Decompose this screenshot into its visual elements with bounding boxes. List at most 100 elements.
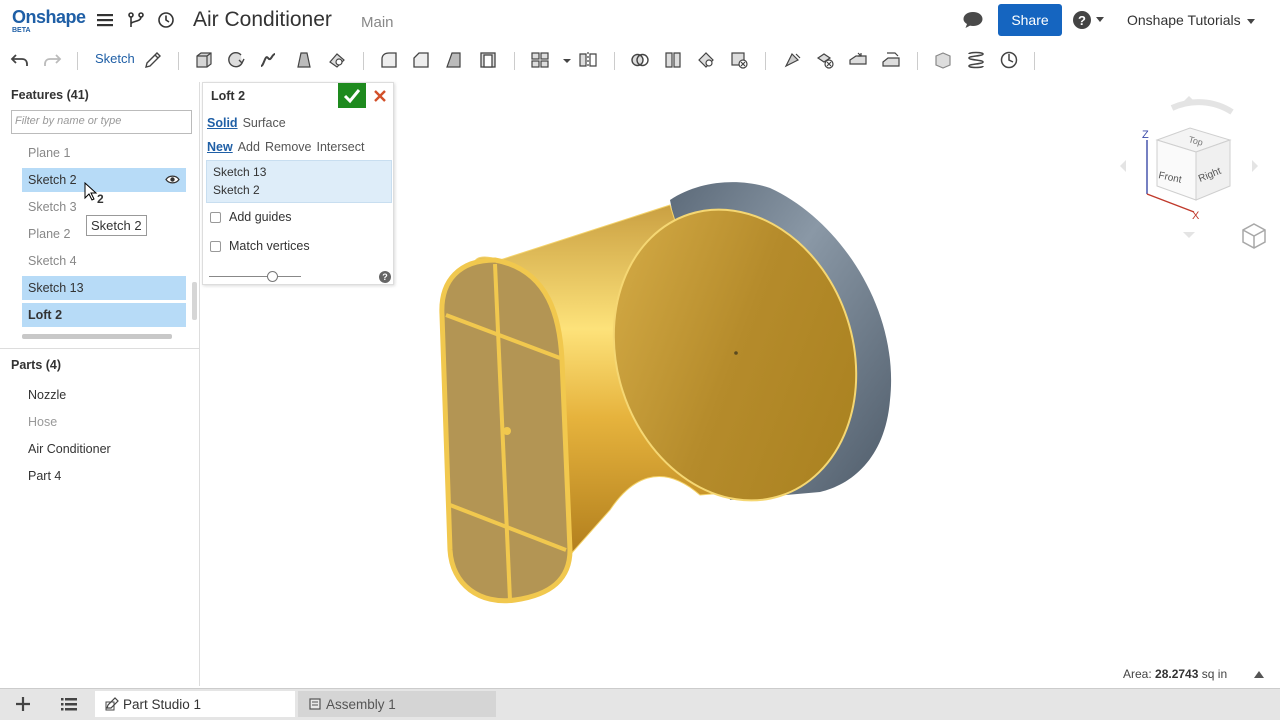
mouse-cursor-icon bbox=[84, 182, 98, 201]
profiles-list[interactable]: Sketch 13 Sketch 2 bbox=[206, 160, 392, 203]
svg-text:?: ? bbox=[1078, 13, 1086, 28]
feature-item-plane-1[interactable]: Plane 1 bbox=[22, 141, 186, 165]
area-value: 28.2743 bbox=[1155, 667, 1199, 681]
fillet-icon[interactable] bbox=[379, 50, 399, 70]
help-menu[interactable]: ? bbox=[1072, 10, 1104, 30]
preview-slider-track[interactable] bbox=[209, 276, 301, 277]
part-item-hose[interactable]: Hose bbox=[28, 415, 57, 429]
axis-label-x: X bbox=[1192, 210, 1200, 222]
parts-title: Parts (4) bbox=[11, 358, 62, 372]
shell-icon[interactable] bbox=[478, 50, 498, 70]
part-item-air-conditioner[interactable]: Air Conditioner bbox=[28, 442, 111, 456]
draft-icon[interactable] bbox=[444, 50, 464, 70]
sketch-button[interactable]: Sketch bbox=[95, 51, 135, 66]
pattern-dropdown-chevron-icon[interactable] bbox=[557, 50, 571, 70]
mirror-icon[interactable] bbox=[578, 50, 598, 70]
history-icon[interactable] bbox=[157, 11, 177, 31]
loft-icon[interactable] bbox=[294, 50, 314, 70]
view-options-cube-icon[interactable] bbox=[1240, 222, 1268, 250]
area-readout: Area: 28.2743 sq in bbox=[1123, 667, 1227, 681]
plane-icon[interactable] bbox=[933, 50, 953, 70]
mate-connector-icon[interactable] bbox=[999, 50, 1019, 70]
rotate-right-icon[interactable] bbox=[1252, 160, 1258, 172]
toolbar-divider bbox=[77, 52, 78, 70]
split-icon[interactable] bbox=[663, 50, 683, 70]
boolean-icon[interactable] bbox=[630, 50, 650, 70]
area-unit: sq in bbox=[1201, 667, 1228, 681]
feature-toolbar: Sketch bbox=[0, 42, 1280, 78]
eye-icon[interactable] bbox=[165, 174, 180, 185]
comments-icon[interactable] bbox=[962, 10, 983, 30]
axis-label-z: Z bbox=[1142, 129, 1149, 141]
document-title[interactable]: Air Conditioner bbox=[193, 8, 332, 32]
tab-list-icon[interactable] bbox=[60, 695, 78, 718]
menu-icon[interactable] bbox=[96, 11, 116, 31]
rotate-up-icon[interactable] bbox=[1183, 96, 1195, 102]
part-item-nozzle[interactable]: Nozzle bbox=[28, 388, 66, 402]
orbit-ring[interactable] bbox=[1170, 99, 1234, 115]
add-guides-checkbox[interactable]: Add guides bbox=[210, 210, 292, 224]
sketch-pencil-icon[interactable] bbox=[143, 50, 163, 70]
cancel-button[interactable] bbox=[371, 87, 389, 105]
option-add[interactable]: Add bbox=[238, 140, 260, 154]
revolve-icon[interactable] bbox=[226, 50, 246, 70]
part-item-part-4[interactable]: Part 4 bbox=[28, 469, 61, 483]
option-intersect[interactable]: Intersect bbox=[317, 140, 365, 154]
thicken-icon[interactable] bbox=[327, 50, 347, 70]
feature-item-sketch-4[interactable]: Sketch 4 bbox=[22, 249, 186, 273]
workspace-label[interactable]: Main bbox=[361, 14, 394, 31]
onshape-logo[interactable]: Onshape BETA bbox=[12, 8, 86, 35]
feature-item-loft-2[interactable]: Loft 2 bbox=[22, 303, 186, 327]
delete-part-icon[interactable] bbox=[729, 50, 749, 70]
replace-face-icon[interactable] bbox=[881, 50, 901, 70]
feature-item-sketch-13[interactable]: Sketch 13 bbox=[22, 276, 186, 300]
helix-icon[interactable] bbox=[966, 50, 986, 70]
tab-part-studio-1[interactable]: Part Studio 1 bbox=[95, 691, 295, 717]
pattern-icon[interactable] bbox=[530, 50, 550, 70]
tab-assembly-1[interactable]: Assembly 1 bbox=[298, 691, 496, 717]
option-remove[interactable]: Remove bbox=[265, 140, 312, 154]
branch-icon[interactable] bbox=[127, 11, 147, 31]
option-new[interactable]: New bbox=[207, 140, 233, 154]
rotate-left-icon[interactable] bbox=[1120, 160, 1126, 172]
vertex-point[interactable] bbox=[503, 427, 511, 435]
panel-divider bbox=[0, 348, 200, 349]
transform-icon[interactable] bbox=[696, 50, 716, 70]
vertical-scrollbar[interactable] bbox=[192, 282, 197, 320]
toolbar-divider bbox=[363, 52, 364, 70]
feature-item-sketch-2[interactable]: Sketch 2 bbox=[22, 168, 186, 192]
extrude-icon[interactable] bbox=[194, 50, 214, 70]
checkbox-box[interactable] bbox=[210, 240, 221, 252]
account-menu[interactable]: Onshape Tutorials bbox=[1127, 12, 1255, 28]
delete-face-icon[interactable] bbox=[815, 50, 835, 70]
toolbar-divider bbox=[614, 52, 615, 70]
loft-dialog: Loft 2 Solid Surface New Add Remove Inte… bbox=[202, 82, 394, 285]
checkmark-icon bbox=[343, 89, 361, 104]
chevron-down-icon bbox=[1246, 19, 1255, 24]
share-button[interactable]: Share bbox=[998, 4, 1062, 36]
assembly-icon bbox=[309, 698, 321, 710]
match-vertices-checkbox[interactable]: Match vertices bbox=[210, 239, 310, 253]
modify-fillet-icon[interactable] bbox=[782, 50, 802, 70]
undo-icon[interactable] bbox=[10, 50, 30, 70]
add-tab-icon[interactable] bbox=[14, 695, 32, 718]
logo-text: Onshape bbox=[12, 7, 86, 27]
help-icon[interactable]: ? bbox=[379, 271, 391, 283]
sweep-icon[interactable] bbox=[258, 50, 278, 70]
move-face-icon[interactable] bbox=[848, 50, 868, 70]
model-viewport[interactable] bbox=[400, 160, 920, 620]
profile-item[interactable]: Sketch 2 bbox=[213, 181, 385, 199]
profile-item[interactable]: Sketch 13 bbox=[213, 163, 385, 181]
checkbox-box[interactable] bbox=[210, 211, 221, 223]
preview-slider-handle[interactable] bbox=[267, 271, 278, 282]
rotate-down-icon[interactable] bbox=[1183, 232, 1195, 238]
horizontal-scrollbar[interactable] bbox=[22, 334, 172, 339]
option-solid[interactable]: Solid bbox=[207, 116, 238, 130]
option-surface[interactable]: Surface bbox=[243, 116, 286, 130]
accept-button[interactable] bbox=[338, 83, 366, 108]
feature-filter-input[interactable]: Filter by name or type bbox=[11, 110, 192, 134]
help-icon: ? bbox=[1073, 11, 1091, 29]
redo-icon[interactable] bbox=[42, 50, 62, 70]
chevron-up-icon[interactable] bbox=[1253, 669, 1265, 679]
chamfer-icon[interactable] bbox=[411, 50, 431, 70]
